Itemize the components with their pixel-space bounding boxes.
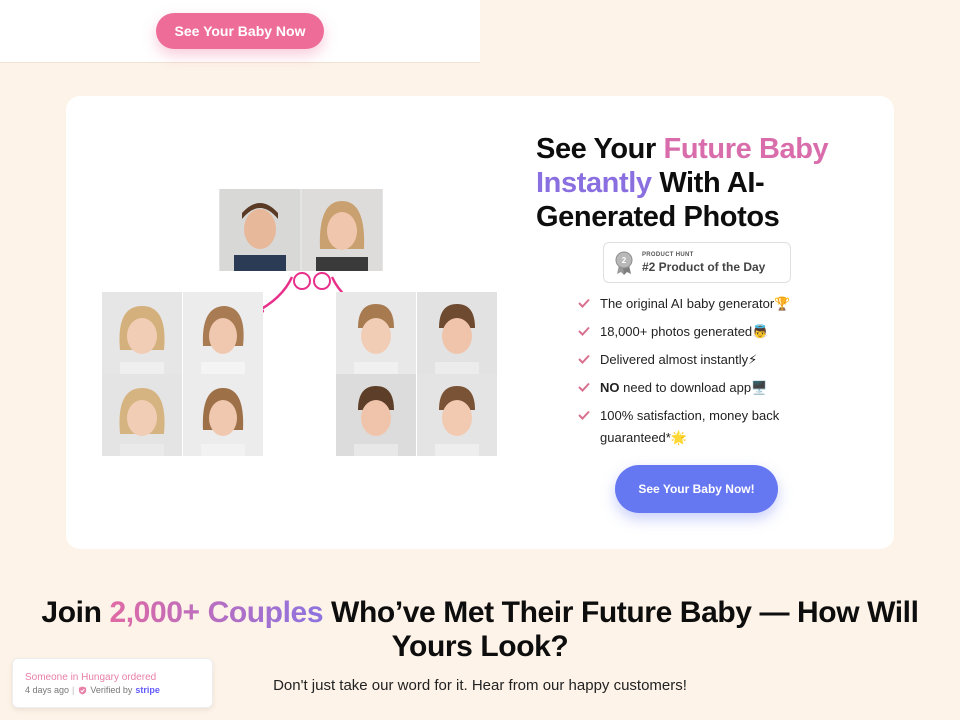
hero-title-highlight: Future Baby bbox=[663, 133, 829, 165]
verified-label: Verified by bbox=[90, 685, 133, 695]
feature-item: 100% satisfaction, money back guaranteed… bbox=[578, 405, 838, 449]
header-cta-button[interactable]: See Your Baby Now bbox=[156, 13, 324, 49]
baby-boy-photo bbox=[336, 292, 416, 374]
social-proof-title: Join 2,000+ Couples Who’ve Met Their Fut… bbox=[41, 596, 919, 663]
check-icon bbox=[578, 326, 590, 336]
stripe-logo: stripe bbox=[135, 685, 160, 695]
baby-girl-photo bbox=[183, 374, 263, 456]
hero-cta-button[interactable]: See Your Baby Now! bbox=[615, 465, 778, 513]
top-bar: See Your Baby Now bbox=[0, 0, 480, 63]
check-icon bbox=[578, 382, 590, 392]
hero-title: See Your Future Baby Instantly With AI-G… bbox=[536, 133, 829, 233]
product-hunt-badge[interactable]: 2 PRODUCT HUNT #2 Product of the Day bbox=[603, 242, 791, 283]
feature-item: Delivered almost instantly⚡ bbox=[578, 349, 838, 371]
notification-meta: 4 days ago | Verified by stripe bbox=[25, 685, 160, 695]
feature-item: NO need to download app🖥️ bbox=[578, 377, 838, 399]
feature-item: 18,000+ photos generated👼 bbox=[578, 321, 838, 343]
baby-boy-photo bbox=[417, 374, 497, 456]
svg-text:2: 2 bbox=[622, 256, 627, 265]
check-icon bbox=[578, 410, 590, 420]
notification-time: 4 days ago bbox=[25, 685, 70, 695]
hero-card: See Your Future Baby Instantly With AI-G… bbox=[66, 96, 894, 549]
check-icon bbox=[578, 298, 590, 308]
baby-boy-photo bbox=[417, 292, 497, 374]
shield-check-icon bbox=[79, 685, 87, 695]
baby-boy-photo bbox=[336, 374, 416, 456]
father-photo bbox=[219, 189, 301, 271]
mother-photo bbox=[301, 189, 383, 271]
baby-girl-photo bbox=[102, 374, 182, 456]
purchase-notification[interactable]: Someone in Hungary ordered 4 days ago | … bbox=[12, 658, 213, 708]
baby-girl-photo bbox=[102, 292, 182, 374]
photo-collage bbox=[102, 189, 502, 457]
badge-label: PRODUCT HUNT bbox=[642, 251, 694, 258]
feature-item: The original AI baby generator🏆 bbox=[578, 293, 838, 315]
badge-title: #2 Product of the Day bbox=[642, 259, 766, 274]
baby-girl-photo bbox=[183, 292, 263, 374]
feature-list: The original AI baby generator🏆 18,000+ … bbox=[578, 293, 838, 455]
hero-title-highlight: Instantly bbox=[536, 167, 652, 199]
check-icon bbox=[578, 354, 590, 364]
medal-icon: 2 bbox=[615, 251, 633, 275]
notification-text: Someone in Hungary ordered bbox=[25, 672, 157, 683]
social-title-highlight: 2,000+ Couples bbox=[109, 596, 324, 629]
